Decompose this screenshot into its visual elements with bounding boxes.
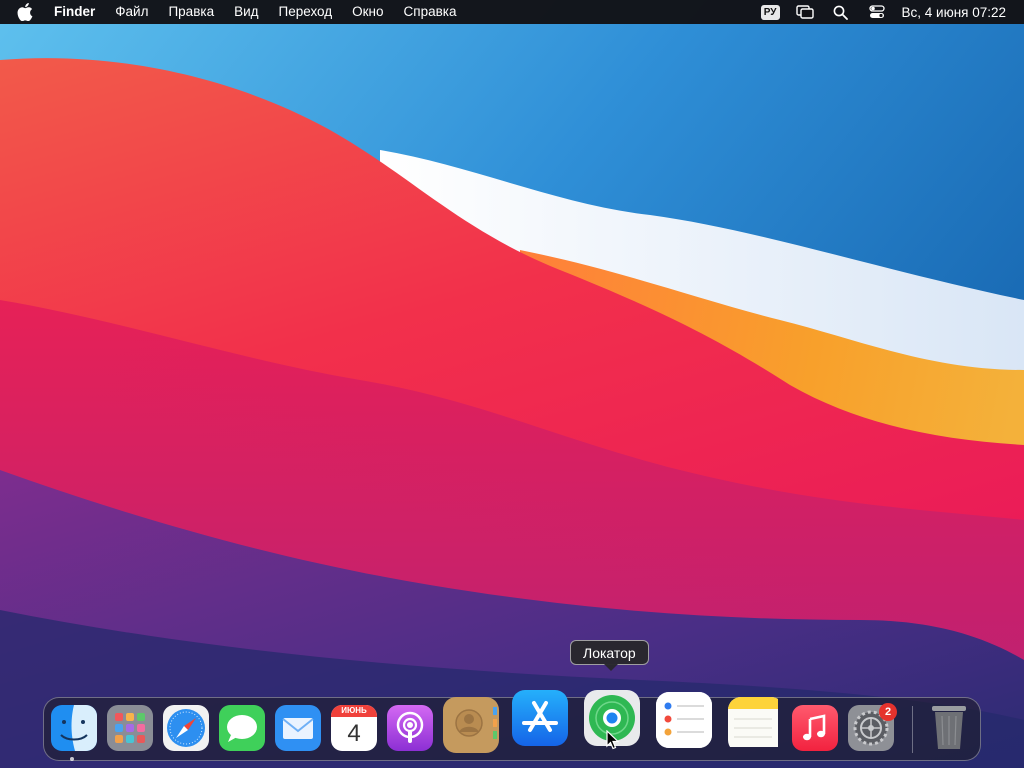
dock-launchpad[interactable] (107, 705, 153, 751)
screen-mirroring-icon[interactable] (794, 0, 816, 24)
input-source-indicator[interactable]: РУ (760, 4, 780, 20)
dock-mail[interactable] (275, 705, 321, 751)
menu-go[interactable]: Переход (269, 0, 343, 24)
messages-icon (219, 705, 265, 751)
menu-edit[interactable]: Правка (158, 0, 224, 24)
dock-app-store[interactable] (512, 690, 568, 746)
menu-window[interactable]: Окно (342, 0, 393, 24)
menu-file[interactable]: Файл (105, 0, 158, 24)
dock-trash[interactable] (926, 704, 972, 750)
menu-bar: Finder Файл Правка Вид Переход Окно Спра… (0, 0, 1024, 24)
launchpad-icon (107, 705, 153, 751)
desktop-wallpaper (0, 0, 1024, 768)
search-icon[interactable] (830, 0, 852, 24)
mail-icon (275, 705, 321, 751)
dock-notes[interactable] (728, 697, 784, 753)
finder-icon (51, 705, 97, 751)
mouse-cursor (606, 730, 620, 750)
dock-contacts[interactable] (443, 697, 499, 753)
control-center-icon[interactable] (866, 0, 888, 24)
dock-calendar[interactable]: ИЮНЬ 4 (331, 705, 377, 751)
dock-messages[interactable] (219, 705, 265, 751)
podcasts-icon (387, 705, 433, 751)
dock-separator (912, 706, 913, 753)
calendar-day-label: 4 (347, 720, 361, 747)
menu-bar-clock[interactable]: Вс, 4 июня 07:22 (902, 5, 1006, 20)
notification-badge: 2 (879, 703, 897, 721)
menu-app-name[interactable]: Finder (52, 0, 105, 24)
dock-reminders[interactable] (656, 692, 712, 748)
contacts-icon (443, 697, 499, 753)
dock-music[interactable] (792, 705, 838, 751)
notes-icon (728, 697, 778, 747)
menu-help[interactable]: Справка (394, 0, 467, 24)
tooltip-arrow (604, 664, 618, 671)
dock-podcasts[interactable] (387, 705, 433, 751)
trash-icon (932, 706, 966, 749)
app-store-icon (512, 690, 568, 746)
reminders-icon (656, 692, 712, 748)
apple-logo-icon[interactable] (17, 0, 35, 24)
dock-tooltip: Локатор (570, 640, 649, 665)
dock-safari[interactable] (163, 705, 209, 751)
safari-icon (163, 705, 209, 751)
finder-running-indicator (70, 757, 74, 761)
dock-finder[interactable] (51, 705, 97, 751)
music-icon (792, 705, 838, 751)
menu-view[interactable]: Вид (224, 0, 268, 24)
